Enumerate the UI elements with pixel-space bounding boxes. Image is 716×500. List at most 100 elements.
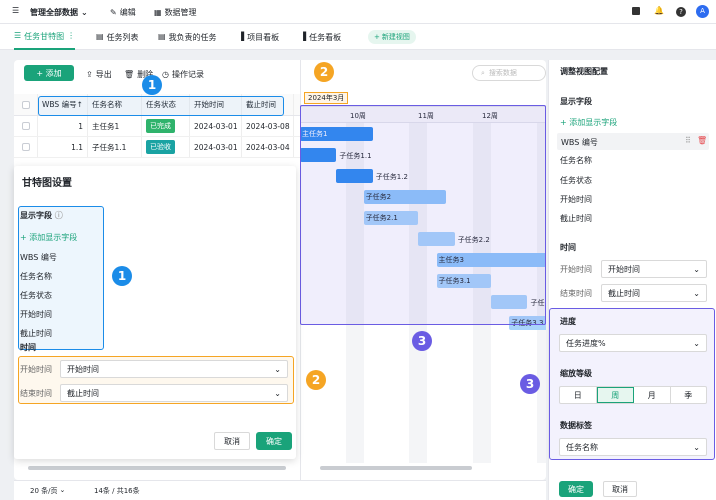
status-badge: 已验收 bbox=[146, 140, 175, 154]
menu-icon[interactable]: ☰ bbox=[12, 7, 19, 15]
row-status: 已完成 bbox=[142, 116, 190, 136]
data-label-heading: 数据标签 bbox=[560, 421, 592, 430]
start-time-label: 开始时间 bbox=[20, 365, 52, 374]
zoom-segmented: 日 周 月 季 bbox=[559, 386, 707, 404]
panel-field-row-hover[interactable]: WBS 编号 ⠿ 🗑 bbox=[557, 133, 709, 150]
table-row[interactable]: 1.1 子任务1.1 已验收 2024-03-01 2024-03-04 bbox=[14, 137, 300, 158]
time-heading: 时间 bbox=[20, 343, 36, 352]
callout-badge: 3 bbox=[520, 374, 540, 394]
select-all-checkbox[interactable] bbox=[14, 94, 38, 115]
gantt-chart: 2024年3月 10周 11周 12周 主任务1 子任务1.1 子任务1.2 子任务2… bbox=[300, 60, 546, 480]
view-tabs: ☰ 任务甘特图 ⋮ ▤ 任务列表 ▤ 我负责的任务 ▐ 项目看板 ▐ 任务看板 … bbox=[0, 24, 716, 50]
trash-icon[interactable]: 🗑 bbox=[697, 136, 707, 145]
zoom-option-week[interactable]: 周 bbox=[596, 387, 634, 403]
row-wbs: 1 bbox=[38, 116, 88, 136]
zoom-option-quarter[interactable]: 季 bbox=[671, 387, 707, 403]
panel-confirm-button[interactable]: 确定 bbox=[559, 481, 593, 497]
bell-icon[interactable]: 🔔 bbox=[654, 7, 664, 15]
edit-button[interactable]: ✎ 编辑 bbox=[110, 7, 136, 18]
grid-scrollbar[interactable] bbox=[28, 466, 286, 470]
panel-start-select[interactable]: 开始时间 ⌄ bbox=[601, 260, 707, 278]
panel-end-select[interactable]: 截止时间 ⌄ bbox=[601, 284, 707, 302]
new-view-button[interactable]: + 新建视图 bbox=[368, 30, 416, 44]
log-label: 操作记录 bbox=[171, 70, 204, 79]
tab-my-tasks[interactable]: ▤ 我负责的任务 bbox=[158, 24, 217, 50]
end-time-select[interactable]: 截止时间 ⌄ bbox=[60, 384, 288, 402]
data-manage-button[interactable]: ▦ 数据管理 bbox=[154, 7, 197, 18]
more-icon[interactable]: ⋮ bbox=[67, 32, 75, 40]
export-label: 导出 bbox=[95, 70, 112, 79]
start-time-select[interactable]: 开始时间 ⌄ bbox=[60, 360, 288, 378]
tab-task-kanban[interactable]: ▐ 任务看板 bbox=[300, 24, 341, 50]
callout-badge: 2 bbox=[314, 62, 334, 82]
row-start: 2024-03-01 bbox=[190, 116, 242, 136]
data-manage-label: 数据管理 bbox=[164, 8, 197, 17]
month-label: 2024年3月 bbox=[304, 92, 349, 104]
field-item[interactable]: WBS 编号 bbox=[20, 252, 57, 263]
add-button[interactable]: + 添加 bbox=[24, 65, 74, 81]
callout-badge: 2 bbox=[306, 370, 326, 390]
edit-icon: ✎ bbox=[110, 7, 117, 17]
progress-select[interactable]: 任务进度% ⌄ bbox=[559, 334, 707, 352]
field-item[interactable]: 开始时间 bbox=[20, 309, 52, 320]
chevron-down-icon: ⌄ bbox=[693, 264, 700, 274]
avatar[interactable]: A bbox=[696, 5, 709, 18]
edit-label: 编辑 bbox=[119, 8, 136, 17]
row-checkbox[interactable] bbox=[14, 137, 38, 157]
status-badge: 已完成 bbox=[146, 119, 175, 133]
callout-badge: 3 bbox=[412, 331, 432, 351]
add-label: 添加 bbox=[45, 68, 62, 78]
zoom-option-month[interactable]: 月 bbox=[634, 387, 671, 403]
top-bar: ☰ 管理全部数据 ⌄ ✎ 编辑 ▦ 数据管理 🔔 ? A bbox=[0, 0, 716, 24]
add-field-button[interactable]: + 添加显示字段 bbox=[20, 232, 77, 243]
panel-field-item[interactable]: 截止时间 bbox=[560, 213, 592, 224]
dialog-confirm-button[interactable]: 确定 bbox=[256, 432, 292, 450]
data-scope-selector[interactable]: 管理全部数据 ⌄ bbox=[30, 7, 88, 18]
tab-gantt[interactable]: ☰ 任务甘特图 ⋮ bbox=[14, 24, 76, 50]
panel-cancel-button[interactable]: 取消 bbox=[603, 481, 637, 497]
table-row[interactable]: 1 主任务1 已完成 2024-03-01 2024-03-08 bbox=[14, 116, 300, 137]
field-item[interactable]: 任务名称 bbox=[20, 271, 52, 282]
dialog-cancel-button[interactable]: 取消 bbox=[214, 432, 250, 450]
gantt-scrollbar[interactable] bbox=[320, 466, 472, 470]
row-status: 已验收 bbox=[142, 137, 190, 157]
export-icon: ⇪ bbox=[86, 69, 93, 79]
field-item[interactable]: 任务状态 bbox=[20, 290, 52, 301]
export-button[interactable]: ⇪ 导出 bbox=[86, 69, 112, 80]
panel-field-item: WBS 编号 bbox=[561, 138, 598, 147]
panel-display-fields-heading: 显示字段 bbox=[560, 97, 592, 106]
layout-icon[interactable] bbox=[632, 7, 640, 15]
data-label-select[interactable]: 任务名称 ⌄ bbox=[559, 438, 707, 456]
tab-project-kanban[interactable]: ▐ 项目看板 bbox=[238, 24, 279, 50]
dialog-title: 甘特图设置 bbox=[22, 178, 72, 189]
page-size-select[interactable]: 20 条/页 ⌄ bbox=[30, 486, 65, 496]
plus-icon: + bbox=[560, 118, 567, 127]
zoom-option-day[interactable]: 日 bbox=[560, 387, 597, 403]
new-view-label: 新建视图 bbox=[381, 33, 410, 41]
highlight-columns bbox=[38, 96, 284, 116]
kanban-icon: ▐ bbox=[238, 32, 245, 41]
panel-field-item[interactable]: 任务状态 bbox=[560, 175, 592, 186]
drag-handle-icon[interactable]: ⠿ bbox=[685, 136, 691, 145]
tab-task-list[interactable]: ▤ 任务列表 bbox=[96, 24, 139, 50]
panel-add-field-button[interactable]: + 添加显示字段 bbox=[560, 117, 617, 128]
plus-icon: + bbox=[20, 233, 27, 242]
tab-label: 项目看板 bbox=[247, 32, 280, 42]
chevron-down-icon: ⌄ bbox=[693, 338, 700, 348]
plus-icon: + bbox=[36, 68, 46, 78]
tab-label: 我负责的任务 bbox=[168, 32, 217, 42]
grid-icon: ▦ bbox=[154, 7, 162, 17]
panel-field-item[interactable]: 开始时间 bbox=[560, 194, 592, 205]
highlight-bars bbox=[300, 105, 546, 325]
field-item[interactable]: 截止时间 bbox=[20, 328, 52, 339]
help-icon[interactable]: ? bbox=[676, 7, 686, 17]
panel-field-item[interactable]: 任务名称 bbox=[560, 155, 592, 166]
menu-icon[interactable]: ☰ bbox=[12, 7, 19, 15]
data-scope-label: 管理全部数据 bbox=[30, 8, 78, 17]
log-button[interactable]: ◷ 操作记录 bbox=[162, 69, 204, 80]
row-checkbox[interactable] bbox=[14, 116, 38, 136]
row-name: 子任务1.1 bbox=[88, 137, 142, 157]
gantt-settings-dialog: 甘特图设置 显示字段 ⓘ + 添加显示字段 WBS 编号 任务名称 任务状态 开… bbox=[14, 166, 296, 459]
tab-label: 任务看板 bbox=[309, 32, 342, 42]
chevron-down-icon: ⌄ bbox=[693, 288, 700, 298]
